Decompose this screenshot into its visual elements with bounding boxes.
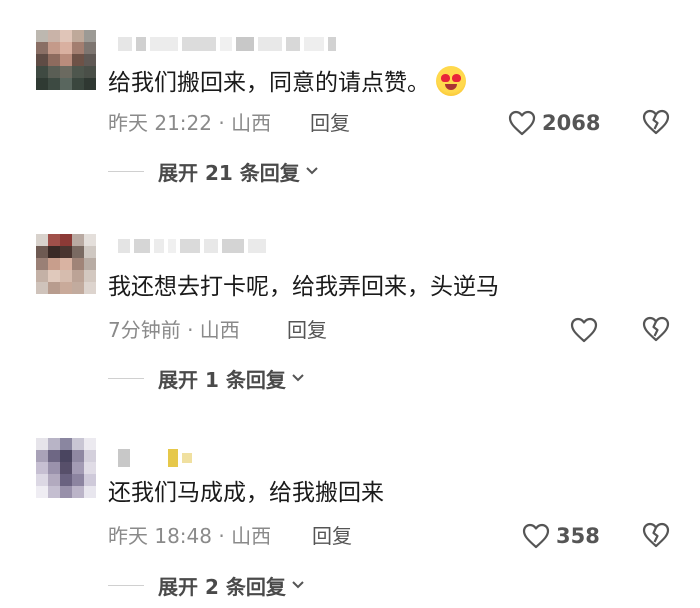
comment-item: 还我们马成成，给我搬回来 昨天 18:48 · 山西 回复 358 展开 2 条… bbox=[0, 410, 700, 608]
chevron-down-icon bbox=[292, 581, 304, 589]
like-count: 2068 bbox=[542, 111, 601, 135]
like-button[interactable]: 358 bbox=[522, 521, 600, 551]
username-blurred[interactable] bbox=[118, 236, 266, 256]
comment-meta: 昨天 21:22 · 山西 bbox=[108, 111, 272, 135]
reply-button[interactable]: 回复 bbox=[310, 110, 350, 136]
heart-eyes-emoji-icon bbox=[436, 66, 466, 96]
reply-button[interactable]: 回复 bbox=[312, 523, 352, 549]
chevron-down-icon bbox=[292, 374, 304, 382]
like-count: 358 bbox=[556, 524, 600, 548]
like-button[interactable] bbox=[570, 315, 598, 345]
chevron-down-icon bbox=[306, 167, 318, 175]
comment-meta: 7分钟前 · 山西 bbox=[108, 318, 240, 342]
avatar[interactable] bbox=[36, 438, 96, 498]
comment-item: 给我们搬回来，同意的请点赞。 昨天 21:22 · 山西 回复 2068 展开 … bbox=[0, 0, 700, 200]
like-button[interactable]: 2068 bbox=[508, 108, 600, 138]
dislike-button[interactable] bbox=[641, 108, 671, 138]
expand-replies-label: 展开 21 条回复 bbox=[158, 160, 300, 185]
heart-outline-icon bbox=[570, 317, 598, 343]
expand-replies-button[interactable]: 展开 2 条回复 bbox=[108, 572, 306, 599]
broken-heart-icon bbox=[642, 109, 670, 135]
avatar[interactable] bbox=[36, 234, 96, 294]
reply-button[interactable]: 回复 bbox=[287, 317, 327, 343]
expand-replies-label: 展开 1 条回复 bbox=[158, 367, 286, 392]
broken-heart-icon bbox=[642, 316, 670, 342]
expand-replies-button[interactable]: 展开 1 条回复 bbox=[108, 365, 306, 392]
comment-text: 还我们马成成，给我搬回来 bbox=[108, 480, 384, 506]
dislike-button[interactable] bbox=[641, 521, 671, 551]
username-blurred[interactable] bbox=[118, 448, 192, 468]
heart-outline-icon bbox=[508, 110, 536, 136]
divider bbox=[108, 377, 144, 379]
comment-text: 给我们搬回来，同意的请点赞。 bbox=[108, 66, 466, 98]
avatar[interactable] bbox=[36, 30, 96, 90]
heart-outline-icon bbox=[522, 523, 550, 549]
comment-item: 我还想去打卡呢，给我弄回来，头逆马 7分钟前 · 山西 回复 展开 1 条回复 bbox=[0, 200, 700, 410]
divider bbox=[108, 170, 144, 172]
divider bbox=[108, 584, 144, 586]
expand-replies-label: 展开 2 条回复 bbox=[158, 574, 286, 599]
comment-meta: 昨天 18:48 · 山西 bbox=[108, 524, 272, 548]
username-blurred[interactable] bbox=[118, 34, 336, 54]
comment-text: 我还想去打卡呢，给我弄回来，头逆马 bbox=[108, 274, 499, 300]
broken-heart-icon bbox=[642, 522, 670, 548]
expand-replies-button[interactable]: 展开 21 条回复 bbox=[108, 158, 320, 185]
dislike-button[interactable] bbox=[641, 315, 671, 345]
